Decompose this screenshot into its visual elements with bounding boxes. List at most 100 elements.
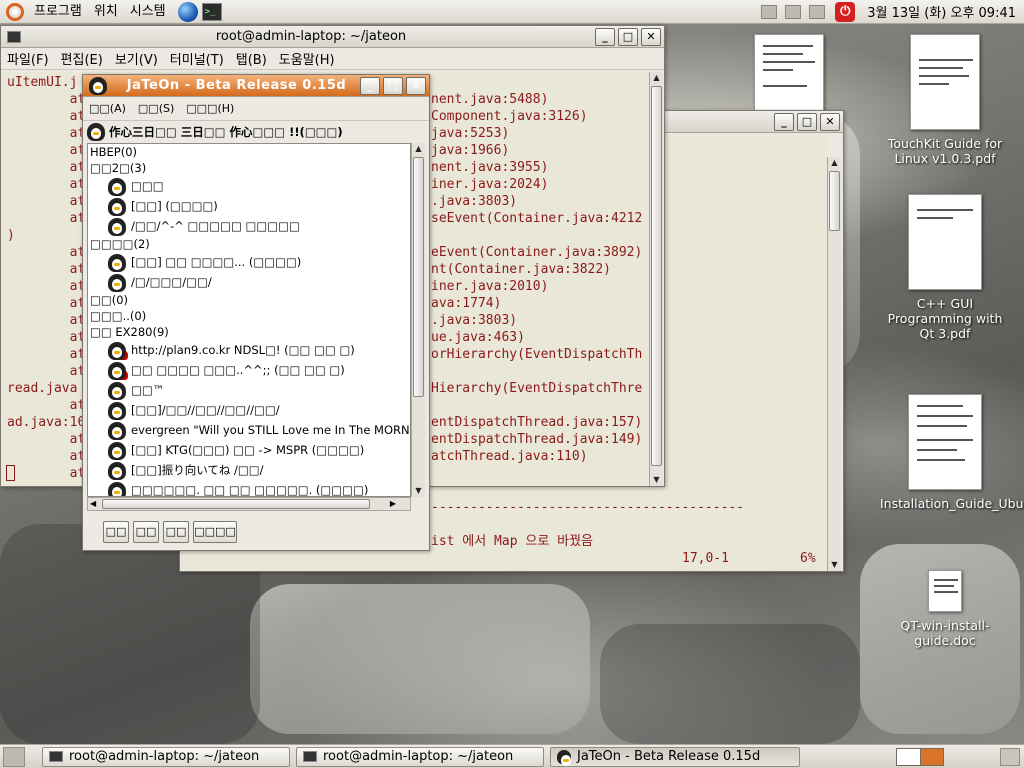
scroll-up-arrow-icon[interactable]: ▲ [650, 72, 663, 84]
titlebar[interactable]: JaTeOn - Beta Release 0.15d _ □ ✕ [83, 75, 429, 97]
buddy-contact[interactable]: [□□]振り向いてね /□□/ [108, 460, 264, 480]
minimize-button[interactable]: _ [595, 27, 615, 46]
buddy-contact[interactable]: [□□] KTG(□□□) □□ -> MSPR (□□□□) [108, 440, 364, 460]
buddy-online-penguin-icon [108, 381, 126, 400]
workspace-1[interactable] [897, 749, 921, 765]
buddy-contact[interactable]: □□□□□□. □□ □□ □□□□□. (□□□□) [108, 480, 368, 496]
buddy-group[interactable]: □□2□(3) [90, 160, 146, 176]
terminal-launcher-icon[interactable]: >_ [201, 2, 222, 21]
menu-places[interactable]: 위치 [88, 0, 124, 24]
buddy-contact[interactable]: http://plan9.co.kr NDSL□! (□□ □□ □) [108, 340, 355, 360]
menu-edit[interactable]: 편집(E) [55, 49, 109, 68]
buddy-contact[interactable]: □□™ [108, 380, 164, 400]
buddy-group[interactable]: □□□□(2) [90, 236, 150, 252]
desktop-icon-qt-win-doc[interactable]: QT-win-install-guide.doc [880, 570, 1010, 648]
menu-settings[interactable]: □□(S) [132, 102, 180, 115]
menu-system[interactable]: 시스템 [124, 0, 172, 24]
trash-icon[interactable] [1000, 748, 1020, 766]
buddy-contact[interactable]: [□□]/□□//□□//□□//□□/ [108, 400, 280, 420]
desktop-icon-label: C++ GUI Programming with Qt 3.pdf [887, 296, 1003, 341]
workspace-switcher[interactable] [896, 748, 944, 766]
close-button[interactable]: ✕ [820, 112, 840, 131]
scroll-right-arrow-icon[interactable]: ▶ [390, 498, 396, 510]
desktop-icon-touchkit-pdf[interactable]: TouchKit Guide for Linux v1.0.3.pdf [880, 34, 1010, 166]
buddy-contact[interactable]: [□□] (□□□□) [108, 196, 218, 216]
scroll-down-arrow-icon[interactable]: ▼ [412, 485, 425, 497]
menu-help[interactable]: □□□(H) [180, 102, 240, 115]
taskbar: root@admin-laptop: ~/jateon root@admin-l… [0, 744, 1024, 768]
desktop-icon-qt3-pdf[interactable]: C++ GUI Programming with Qt 3.pdf [880, 194, 1010, 341]
menu-terminal[interactable]: 터미널(T) [164, 49, 230, 68]
buddy-online-penguin-icon [108, 441, 126, 460]
buddy-list-horizontal-scrollbar[interactable]: ◀ ▶ [87, 497, 411, 511]
minimize-button[interactable]: _ [774, 112, 794, 131]
buddy-contact[interactable]: □□ □□□□ □□□..^^;; (□□ □□ □) [108, 360, 345, 380]
menu-tabs[interactable]: 탭(B) [230, 49, 273, 68]
power-icon[interactable]: ⏻ [835, 1, 856, 22]
buddy-contact[interactable]: evergreen "Will you STILL Love me In The… [108, 420, 410, 440]
minimize-button[interactable]: _ [360, 76, 380, 95]
menu-file[interactable]: 파일(F) [1, 49, 55, 68]
scrollbar-thumb[interactable] [651, 86, 662, 466]
close-button[interactable]: ✕ [641, 27, 661, 46]
network-icon[interactable] [785, 4, 802, 19]
keyboard-icon[interactable] [761, 4, 778, 19]
volume-muted-icon[interactable] [809, 4, 826, 19]
taskbar-item-jateon[interactable]: JaTeOn - Beta Release 0.15d [550, 747, 800, 767]
buddy-group[interactable]: HBEP(0) [90, 144, 137, 160]
terminal-line: entDispatchThread.java:157) [431, 415, 643, 430]
menu-help[interactable]: 도움말(H) [273, 49, 341, 68]
buddy-online-penguin-icon [108, 273, 126, 292]
terminal-line: atchThread.java:110) [431, 449, 588, 464]
scroll-up-arrow-icon[interactable]: ▲ [828, 157, 841, 169]
maximize-button[interactable]: □ [618, 27, 638, 46]
bottom-button-3[interactable]: □□ [163, 521, 189, 543]
terminal-line: eEvent(Container.java:3892) [431, 245, 643, 260]
maximize-button[interactable]: □ [797, 112, 817, 131]
buddy-contact[interactable]: /□□/^-^ □□□□□ □□□□□ [108, 216, 300, 236]
buddy-list-vertical-scrollbar[interactable]: ▲ ▼ [411, 143, 425, 497]
jateon-penguin-icon[interactable] [89, 76, 107, 95]
buddy-online-penguin-icon [108, 253, 126, 272]
scroll-left-arrow-icon[interactable]: ◀ [90, 498, 96, 510]
buddy-group[interactable]: □□ EX280(9) [90, 324, 169, 340]
menu-applications[interactable]: 프로그램 [28, 0, 88, 24]
scrollbar-thumb[interactable] [413, 157, 424, 397]
close-button[interactable]: ✕ [406, 76, 426, 95]
scrollbar-thumb[interactable] [102, 499, 370, 509]
buddy-contact[interactable]: □□□ [108, 176, 164, 196]
vertical-scrollbar[interactable]: ▲ ▼ [827, 157, 841, 571]
titlebar[interactable]: root@admin-laptop: ~/jateon _ □ ✕ [1, 26, 664, 48]
maximize-button[interactable]: □ [383, 76, 403, 95]
terminal-line: Component.java:3126) [431, 109, 588, 124]
keyboard-key-bg [250, 584, 590, 734]
vertical-scrollbar[interactable]: ▲ ▼ [649, 72, 663, 486]
buddy-contact[interactable]: /□/□□□/□□/ [108, 272, 212, 292]
menu-account[interactable]: □□(A) [83, 102, 132, 115]
jateon-window[interactable]: JaTeOn - Beta Release 0.15d _ □ ✕ □□(A) … [82, 74, 430, 551]
scroll-down-arrow-icon[interactable]: ▼ [828, 559, 841, 571]
workspace-2[interactable] [921, 749, 943, 765]
bottom-button-4[interactable]: □□□□ [193, 521, 237, 543]
buddy-contact[interactable]: [□□] □□ □□□□... (□□□□) [108, 252, 301, 272]
buddy-group[interactable]: □□(0) [90, 292, 128, 308]
show-desktop-icon[interactable] [3, 747, 25, 767]
taskbar-item-terminal-1[interactable]: root@admin-laptop: ~/jateon [42, 747, 290, 767]
my-status-bar[interactable]: 作心三日□□ 三日□□ 作心□□□ !!(□□□) [83, 121, 429, 143]
desktop-icon-installation-pdf[interactable]: Installation_Guide_Ubuntu.pdf [880, 394, 1024, 511]
buddy-group[interactable]: □□□..(0) [90, 308, 146, 324]
scroll-down-arrow-icon[interactable]: ▼ [650, 474, 663, 486]
buddy-list[interactable]: HBEP(0) □□2□(3) □□□ [□□] (□□□□) /□□/^-^ □□□□… [87, 143, 411, 497]
web-browser-launcher-icon[interactable] [177, 1, 198, 22]
clock[interactable]: 3월 13일 (화) 오후 09:41 [867, 2, 1016, 21]
bottom-button-1[interactable]: □□ [103, 521, 129, 543]
terminal-window-icon[interactable] [7, 30, 21, 43]
pdf-thumbnail-partial[interactable] [754, 34, 824, 114]
scrollbar-thumb[interactable] [829, 171, 840, 231]
ubuntu-logo-icon[interactable] [6, 2, 24, 21]
taskbar-item-terminal-2[interactable]: root@admin-laptop: ~/jateon [296, 747, 544, 767]
menu-view[interactable]: 보기(V) [109, 49, 164, 68]
scroll-up-arrow-icon[interactable]: ▲ [412, 143, 425, 155]
terminal-icon [303, 751, 317, 762]
bottom-button-2[interactable]: □□ [133, 521, 159, 543]
